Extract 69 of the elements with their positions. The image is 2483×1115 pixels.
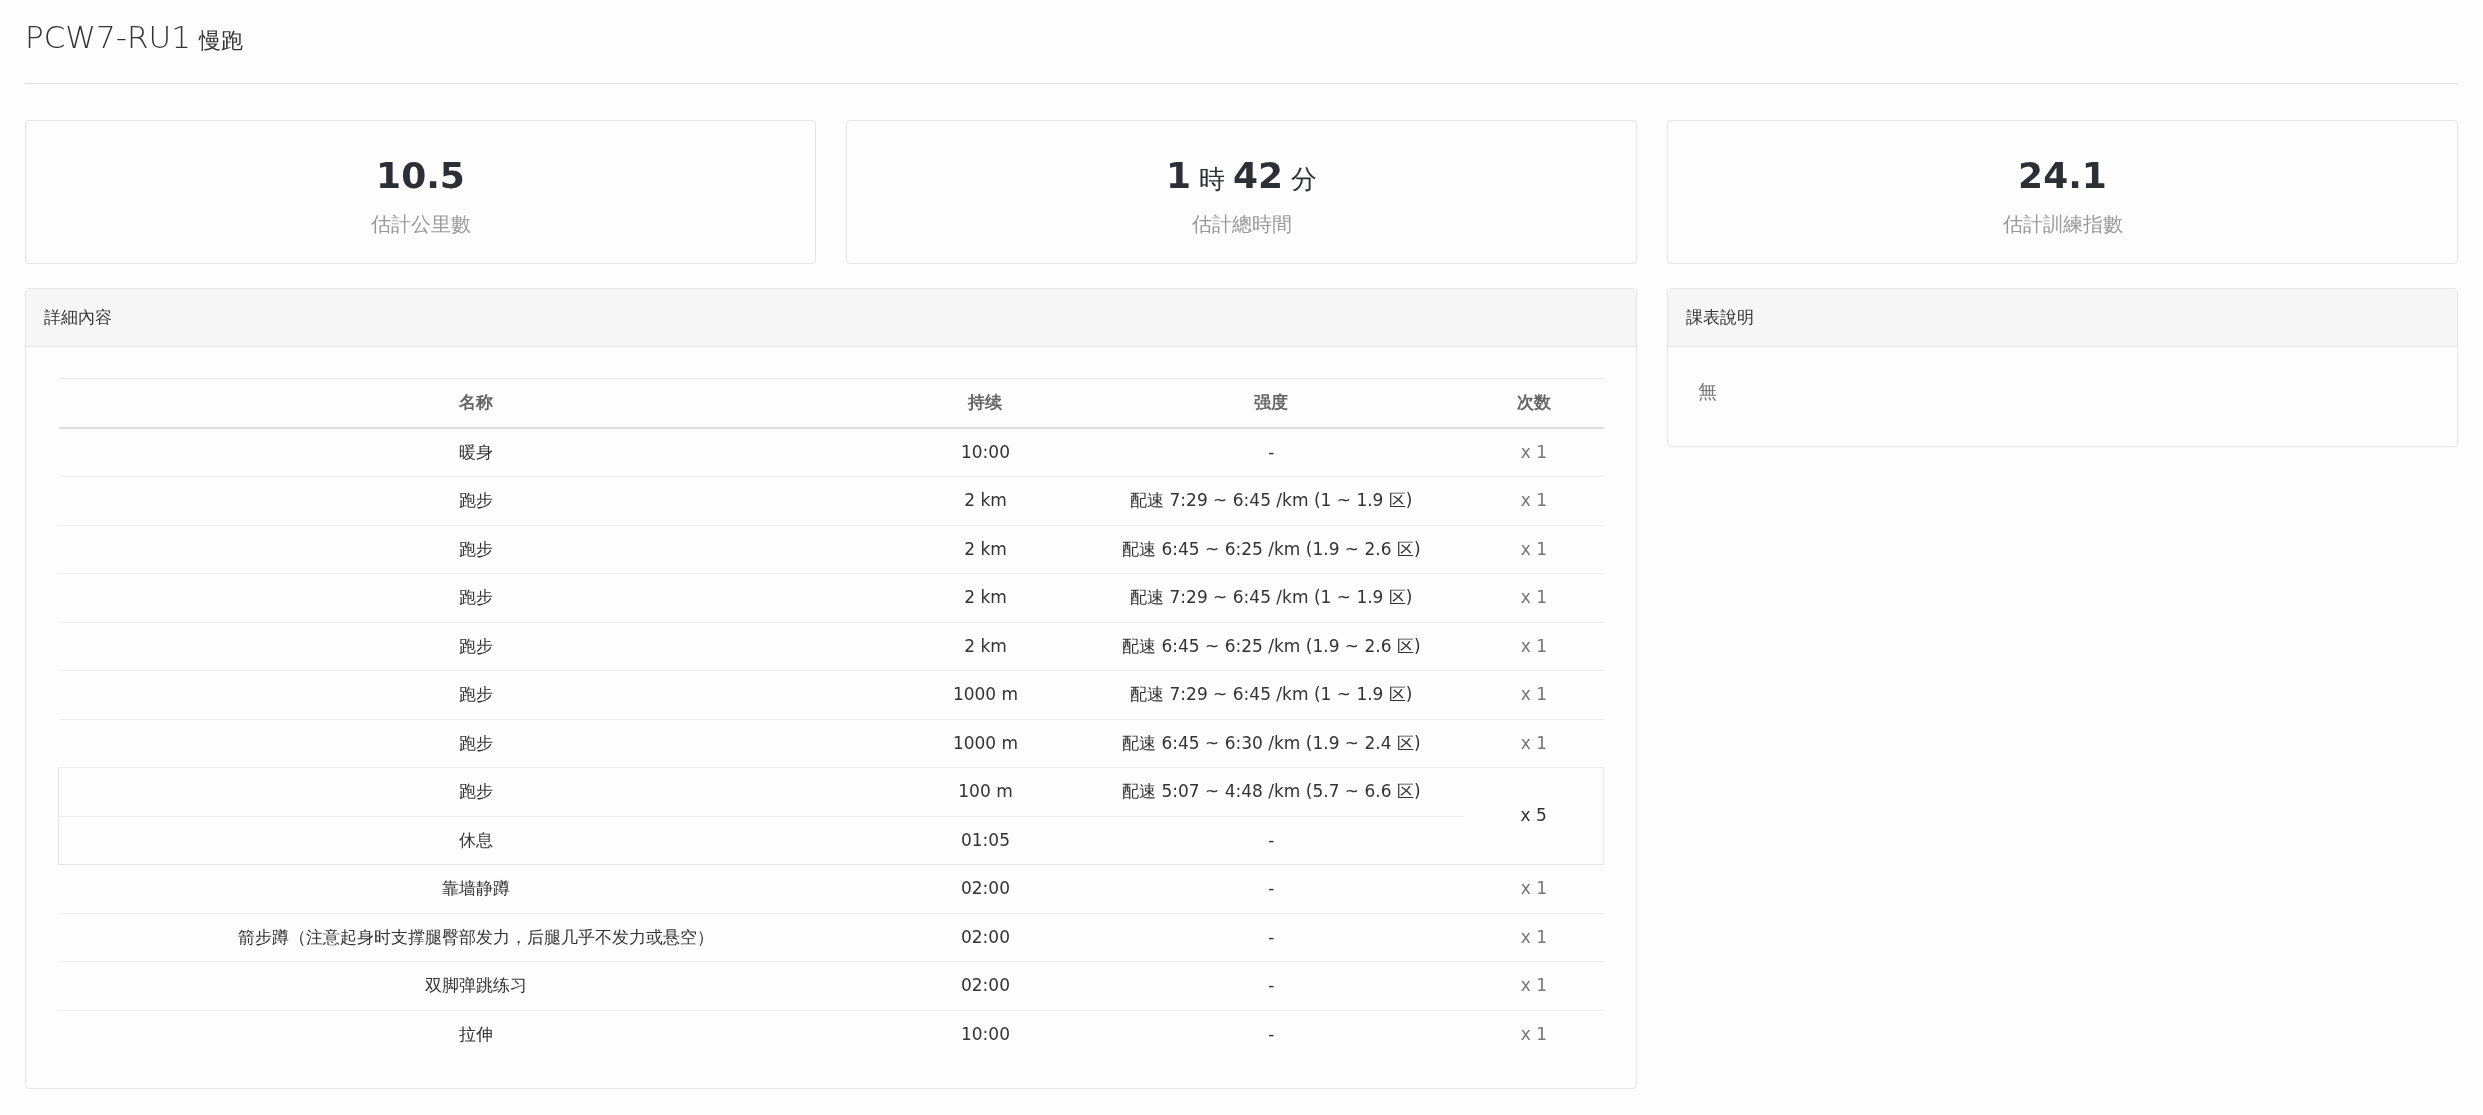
stat-label: 估計訓練指數	[2002, 211, 2123, 236]
table-cell: x 1	[1464, 670, 1604, 719]
table-cell: 跑步	[58, 767, 893, 816]
table-cell: 配速 6:45 ~ 6:25 /km (1.9 ~ 2.6 区)	[1078, 525, 1465, 574]
table-cell: 配速 7:29 ~ 6:45 /km (1 ~ 1.9 区)	[1078, 476, 1465, 525]
table-cell: 跑步	[58, 476, 893, 525]
table-cell: 配速 7:29 ~ 6:45 /km (1 ~ 1.9 区)	[1078, 670, 1465, 719]
table-cell: 拉伸	[58, 1010, 893, 1058]
column-header: 次数	[1464, 378, 1604, 428]
column-header: 强度	[1078, 378, 1465, 428]
table-cell: x 1	[1464, 573, 1604, 622]
stat-unit: 時	[1198, 162, 1225, 196]
table-cell: 1000 m	[892, 670, 1079, 719]
table-cell: 配速 6:45 ~ 6:30 /km (1.9 ~ 2.4 区)	[1078, 719, 1465, 768]
page-title: PCW7-RU1	[25, 18, 191, 57]
table-cell: 01:05	[892, 816, 1079, 865]
page-subtitle: 慢跑	[198, 27, 243, 55]
table-cell: x 1	[1464, 476, 1604, 525]
panel-title: 課表說明	[1668, 288, 2457, 347]
stat-value: 24.1	[2018, 153, 2107, 198]
table-cell: x 1	[1464, 622, 1604, 671]
table-cell: 跑步	[58, 525, 893, 574]
table-cell: 10:00	[892, 427, 1079, 477]
table-cell: 2 km	[892, 476, 1079, 525]
table-cell: x 1	[1464, 864, 1604, 913]
table-cell: -	[1078, 864, 1465, 913]
stat-value: 10.5	[376, 153, 465, 198]
stat-value: 42	[1232, 153, 1284, 198]
table-cell: 配速 6:45 ~ 6:25 /km (1.9 ~ 2.6 区)	[1078, 622, 1465, 671]
notes-text: 無	[1698, 380, 1717, 402]
table-cell: -	[1078, 816, 1465, 865]
table-cell: 2 km	[892, 525, 1079, 574]
table-cell: -	[1078, 913, 1465, 962]
table-cell: x 1	[1464, 427, 1604, 477]
table-cell: x 1	[1464, 913, 1604, 962]
table-cell: 配速 7:29 ~ 6:45 /km (1 ~ 1.9 区)	[1078, 573, 1465, 622]
panel-title: 詳細內容	[26, 288, 1636, 347]
table-cell: 100 m	[892, 767, 1079, 816]
stat-unit: 分	[1291, 162, 1318, 196]
table-cell: -	[1078, 427, 1465, 477]
table-cell: 02:00	[892, 913, 1079, 962]
table-cell: x 5	[1464, 767, 1604, 865]
table-cell: 02:00	[892, 961, 1079, 1010]
table-cell: 箭步蹲（注意起身时支撑腿臀部发力，后腿几乎不发力或悬空）	[58, 913, 893, 962]
stat-label: 估計公里數	[370, 211, 471, 236]
table-cell: -	[1078, 1010, 1465, 1058]
table-cell: 暖身	[58, 427, 893, 477]
table-cell: x 1	[1464, 525, 1604, 574]
table-cell: 10:00	[892, 1010, 1079, 1058]
table-cell: 跑步	[58, 622, 893, 671]
table-cell: 跑步	[58, 573, 893, 622]
column-header: 名称	[58, 378, 893, 428]
table-cell: x 1	[1464, 719, 1604, 768]
table-cell: 2 km	[892, 622, 1079, 671]
stat-label: 估計總時間	[1191, 211, 1292, 236]
table-cell: x 1	[1464, 1010, 1604, 1058]
column-header: 持续	[892, 378, 1079, 428]
table-cell: 2 km	[892, 573, 1079, 622]
table-cell: x 1	[1464, 961, 1604, 1010]
table-cell: 跑步	[58, 719, 893, 768]
table-cell: 靠墙静蹲	[58, 864, 893, 913]
table-cell: 跑步	[58, 670, 893, 719]
table-cell: 02:00	[892, 864, 1079, 913]
table-cell: 双脚弹跳练习	[58, 961, 893, 1010]
stat-value: 1	[1165, 153, 1191, 198]
table-cell: 1000 m	[892, 719, 1079, 768]
table-cell: 休息	[58, 816, 893, 865]
table-cell: -	[1078, 961, 1465, 1010]
table-cell: 配速 5:07 ~ 4:48 /km (5.7 ~ 6.6 区)	[1078, 767, 1465, 816]
